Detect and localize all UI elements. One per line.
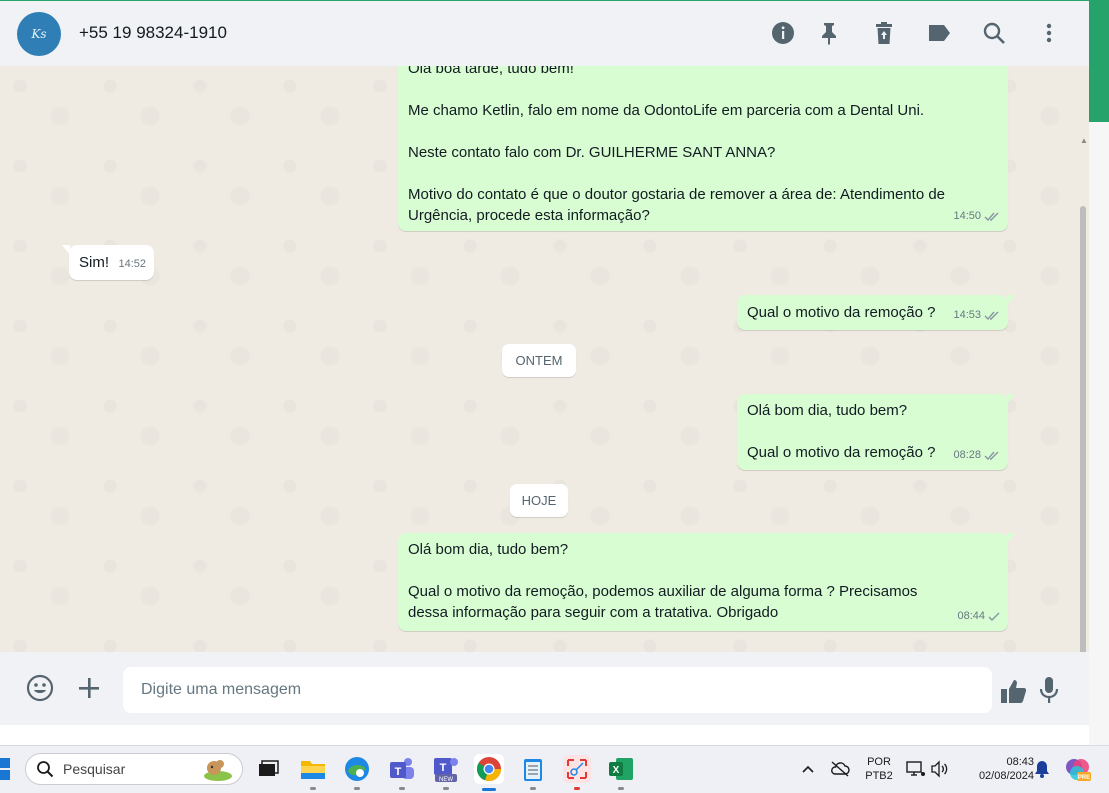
message-input[interactable] (123, 667, 992, 713)
chevron-up-icon[interactable] (800, 761, 816, 777)
message-bubble-outgoing[interactable]: Olá bom dia, tudo bem? Qual o motivo da … (737, 394, 1015, 470)
message-time: 14:52 (118, 258, 146, 270)
composer (0, 652, 1089, 725)
language-indicator[interactable]: POR PTB2 (862, 755, 896, 783)
contact-name[interactable]: +55 19 98324-1910 (79, 23, 227, 43)
teams-new-icon[interactable]: T NEW (432, 755, 460, 790)
message-list[interactable]: Olá boa tarde, tudo bem! Me chamo Ketlin… (0, 66, 1089, 652)
start-icon[interactable] (0, 758, 10, 780)
message-meta: 14:52 (118, 254, 146, 275)
emoji-icon[interactable] (26, 674, 54, 702)
search-highlight-icon (204, 760, 232, 781)
double-check-icon (984, 212, 999, 221)
scrollbar-thumb[interactable] (1080, 206, 1086, 652)
window-edge (1089, 122, 1109, 747)
volume-icon[interactable] (930, 760, 950, 778)
svg-text:T: T (395, 766, 402, 778)
message-text: Olá boa tarde, tudo bem! Me chamo Ketlin… (408, 66, 946, 224)
task-view-icon[interactable] (254, 755, 282, 783)
scroll-up-arrow[interactable]: ▲ (1080, 136, 1088, 145)
teams-icon[interactable]: T (388, 755, 416, 790)
cloud-offline-icon[interactable] (830, 760, 850, 778)
svg-text:X: X (613, 765, 620, 776)
microphone-icon[interactable] (1037, 676, 1061, 704)
message-bubble-outgoing[interactable]: Qual o motivo da remoção ? 14:53 (737, 295, 1015, 330)
date-divider-today: HOJE (510, 484, 568, 517)
windows-taskbar: Pesquisar T T NEW X POR PTB2 08:43 02/08… (0, 745, 1109, 793)
label-icon[interactable] (927, 21, 951, 45)
menu-icon[interactable] (1037, 21, 1061, 45)
attach-plus-icon[interactable] (76, 675, 102, 701)
message-time: 14:53 (953, 309, 981, 321)
message-time: 08:28 (953, 449, 981, 461)
snipping-tool-icon[interactable] (563, 755, 591, 790)
message-time: 14:50 (953, 210, 981, 222)
chrome-icon[interactable] (474, 754, 504, 791)
delete-icon[interactable] (872, 21, 896, 45)
message-meta: 08:44 (957, 606, 1000, 627)
info-icon[interactable] (771, 21, 795, 45)
copilot-icon[interactable]: PRE (1064, 756, 1092, 784)
double-check-icon (984, 451, 999, 460)
notepad-icon[interactable] (519, 755, 547, 790)
whatsapp-window: Ks +55 19 98324-1910 Olá boa tarde, tudo… (0, 0, 1089, 725)
message-meta: 14:50 (953, 206, 1000, 227)
notification-bell-icon[interactable] (1034, 760, 1050, 778)
single-check-icon (988, 612, 1000, 621)
message-meta: 14:53 (953, 305, 1000, 326)
avatar[interactable]: Ks (17, 12, 61, 56)
taskbar-search[interactable]: Pesquisar (25, 753, 243, 785)
file-explorer-icon[interactable] (299, 755, 327, 790)
svg-text:PRE: PRE (1078, 775, 1090, 781)
message-bubble-outgoing[interactable]: Olá boa tarde, tudo bem! Me chamo Ketlin… (398, 66, 1015, 231)
message-time: 08:44 (957, 610, 985, 622)
svg-text:T: T (440, 762, 447, 774)
chat-header: Ks +55 19 98324-1910 (0, 0, 1089, 66)
svg-text:NEW: NEW (439, 777, 453, 783)
excel-icon[interactable]: X (607, 755, 635, 790)
message-bubble-incoming[interactable]: Sim! 14:52 (62, 245, 154, 280)
clock[interactable]: 08:43 02/08/2024 (958, 755, 1034, 783)
search-label: Pesquisar (63, 761, 126, 777)
thumbs-up-icon[interactable] (1000, 677, 1028, 705)
pin-icon[interactable] (817, 21, 841, 45)
double-check-icon (984, 311, 999, 320)
search-icon[interactable] (982, 21, 1006, 45)
message-text: Olá bom dia, tudo bem? Qual o motivo da … (408, 541, 918, 621)
window-edge (1089, 0, 1109, 122)
edge-icon[interactable] (343, 755, 371, 790)
message-meta: 08:28 (953, 445, 1000, 466)
message-bubble-outgoing[interactable]: Olá bom dia, tudo bem? Qual o motivo da … (398, 533, 1015, 631)
network-icon[interactable] (906, 760, 926, 778)
search-icon (37, 761, 54, 778)
date-divider-yesterday: ONTEM (502, 344, 576, 377)
